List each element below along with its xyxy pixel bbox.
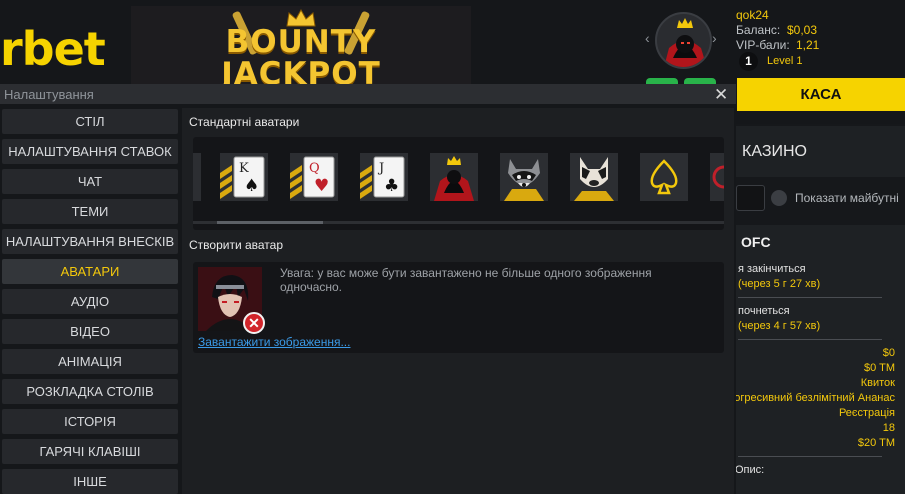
level-text[interactable]: Level 1 [767, 55, 802, 67]
divider [738, 297, 882, 298]
settings-menu-item[interactable]: НАЛАШТУВАННЯ СТАВОК [2, 139, 178, 164]
balance-label: Баланс: [736, 23, 781, 37]
tournament-game-type: огресивний безлімітний Ананас [734, 392, 895, 404]
crowned-villain-icon [430, 153, 478, 201]
tournament-players: 18 [882, 422, 895, 434]
brand-logo[interactable]: rbet [0, 22, 106, 76]
svg-text:♥: ♥ [314, 176, 329, 196]
settings-menu-item[interactable]: НАЛАШТУВАННЯ ВНЕСКІВ [2, 229, 178, 254]
create-avatar-title: Створити аватар [189, 238, 284, 252]
level-badge: 1 [739, 52, 758, 71]
svg-text:Q: Q [309, 161, 320, 176]
svg-text:K: K [239, 161, 249, 176]
settings-menu-item[interactable]: ВІДЕО [2, 319, 178, 344]
prev-avatar-arrow-icon[interactable]: ‹ [645, 30, 650, 46]
tournament-prize: $0 TM [864, 362, 895, 374]
avatar-tile-crowned-villain[interactable] [430, 153, 478, 201]
username: qok24 [736, 8, 769, 22]
settings-menu-item[interactable]: ІНШЕ [2, 469, 178, 494]
standard-avatars-title: Стандартні аватари [189, 115, 300, 129]
bounty-jackpot-banner[interactable]: BOUNTY JACKPOT [131, 6, 471, 84]
settings-menu-item[interactable]: СТІЛ [2, 109, 178, 134]
raccoon-icon [500, 153, 548, 201]
settings-menu-item[interactable]: ТЕМИ [2, 199, 178, 224]
close-icon[interactable]: ✕ [714, 85, 728, 105]
banner-title-line1: BOUNTY [225, 24, 377, 60]
settings-menu-item[interactable]: ЧАТ [2, 169, 178, 194]
tournament-entry-type: Квиток [860, 377, 895, 389]
divider [738, 339, 882, 340]
vip-points-value: 1,21 [796, 38, 820, 52]
red-suit-icon [712, 165, 724, 189]
settings-menu-item[interactable]: АВАТАРИ [2, 259, 178, 284]
svg-text:J: J [377, 161, 384, 176]
casino-tab-label: КАЗИНО [742, 143, 807, 160]
avatar-tile-king-spade-card[interactable]: K ♠ [220, 153, 268, 201]
app-root: rbet BOUNTY JACKPOT ‹ › qok24 Баланс: $0… [0, 0, 905, 494]
settings-menu-item[interactable]: АУДІО [2, 289, 178, 314]
cashier-button[interactable]: КАСА [737, 78, 905, 111]
next-avatar-arrow-icon[interactable]: › [712, 30, 717, 46]
modal-header: Налаштування ✕ [0, 84, 736, 104]
gold-spade-icon [640, 153, 688, 201]
vip-points-label: VIP-бали: [736, 38, 790, 52]
jack-club-card-icon: J♣ [360, 153, 408, 201]
tournament-description-label: Опис: [735, 464, 765, 476]
tournament-ends-label: я закінчиться [738, 263, 806, 275]
avatar-tile-jack-club-card[interactable]: J ♣ [360, 153, 408, 201]
modal-title: Налаштування [4, 87, 94, 102]
tournament-status: Реєстрація [838, 407, 895, 419]
tournament-starts-label: почнеться [738, 305, 790, 317]
settings-menu-item[interactable]: АНІМАЦІЯ [2, 349, 178, 374]
show-future-toggle[interactable] [771, 190, 787, 206]
show-future-label: Показати майбутні [795, 191, 899, 205]
tournament-ends-value: (через 5 г 27 хв) [738, 278, 821, 290]
avatar-tile-raccoon[interactable] [500, 153, 548, 201]
lobby-search-input[interactable] [736, 185, 765, 211]
upload-warning-text: Увага: у вас може бути завантажено не бі… [280, 266, 652, 294]
svg-text:♣: ♣ [384, 176, 399, 196]
crowned-villain-icon [664, 18, 707, 67]
tournament-title: OFC [741, 234, 771, 250]
svg-text:♠: ♠ [244, 176, 259, 196]
tournament-starts-value: (через 4 г 57 хв) [738, 320, 821, 332]
settings-menu-item[interactable]: ГАРЯЧІ КЛАВІШІ [2, 439, 178, 464]
king-spade-card-icon: K♠ [220, 153, 268, 201]
settings-menu-item[interactable]: ІСТОРІЯ [2, 409, 178, 434]
divider [738, 456, 882, 457]
avatar-tile-partial[interactable] [710, 153, 724, 201]
avatar-tile-french-bulldog[interactable] [570, 153, 618, 201]
tournament-buyin: $0 [882, 347, 895, 359]
upload-image-link[interactable]: Завантажити зображення... [198, 335, 350, 349]
tournament-guarantee: $20 TM [857, 437, 895, 449]
avatar-tile-partial[interactable] [193, 153, 201, 201]
settings-menu-item[interactable]: РОЗКЛАДКА СТОЛІВ [2, 379, 178, 404]
avatar-tile-gold-spade[interactable] [640, 153, 688, 201]
standard-avatars-carousel[interactable]: K ♠ Q ♥ J ♣ [193, 137, 724, 230]
banner-title-line2: JACKPOT [221, 56, 381, 84]
user-avatar[interactable] [655, 12, 712, 69]
remove-image-icon[interactable]: ✕ [243, 312, 265, 334]
balance-value: $0,03 [787, 23, 818, 37]
avatar-tile-queen-heart-card[interactable]: Q ♥ [290, 153, 338, 201]
carousel-scroll-thumb[interactable] [217, 221, 323, 224]
french-bulldog-icon [570, 153, 618, 201]
queen-heart-card-icon: Q♥ [290, 153, 338, 201]
